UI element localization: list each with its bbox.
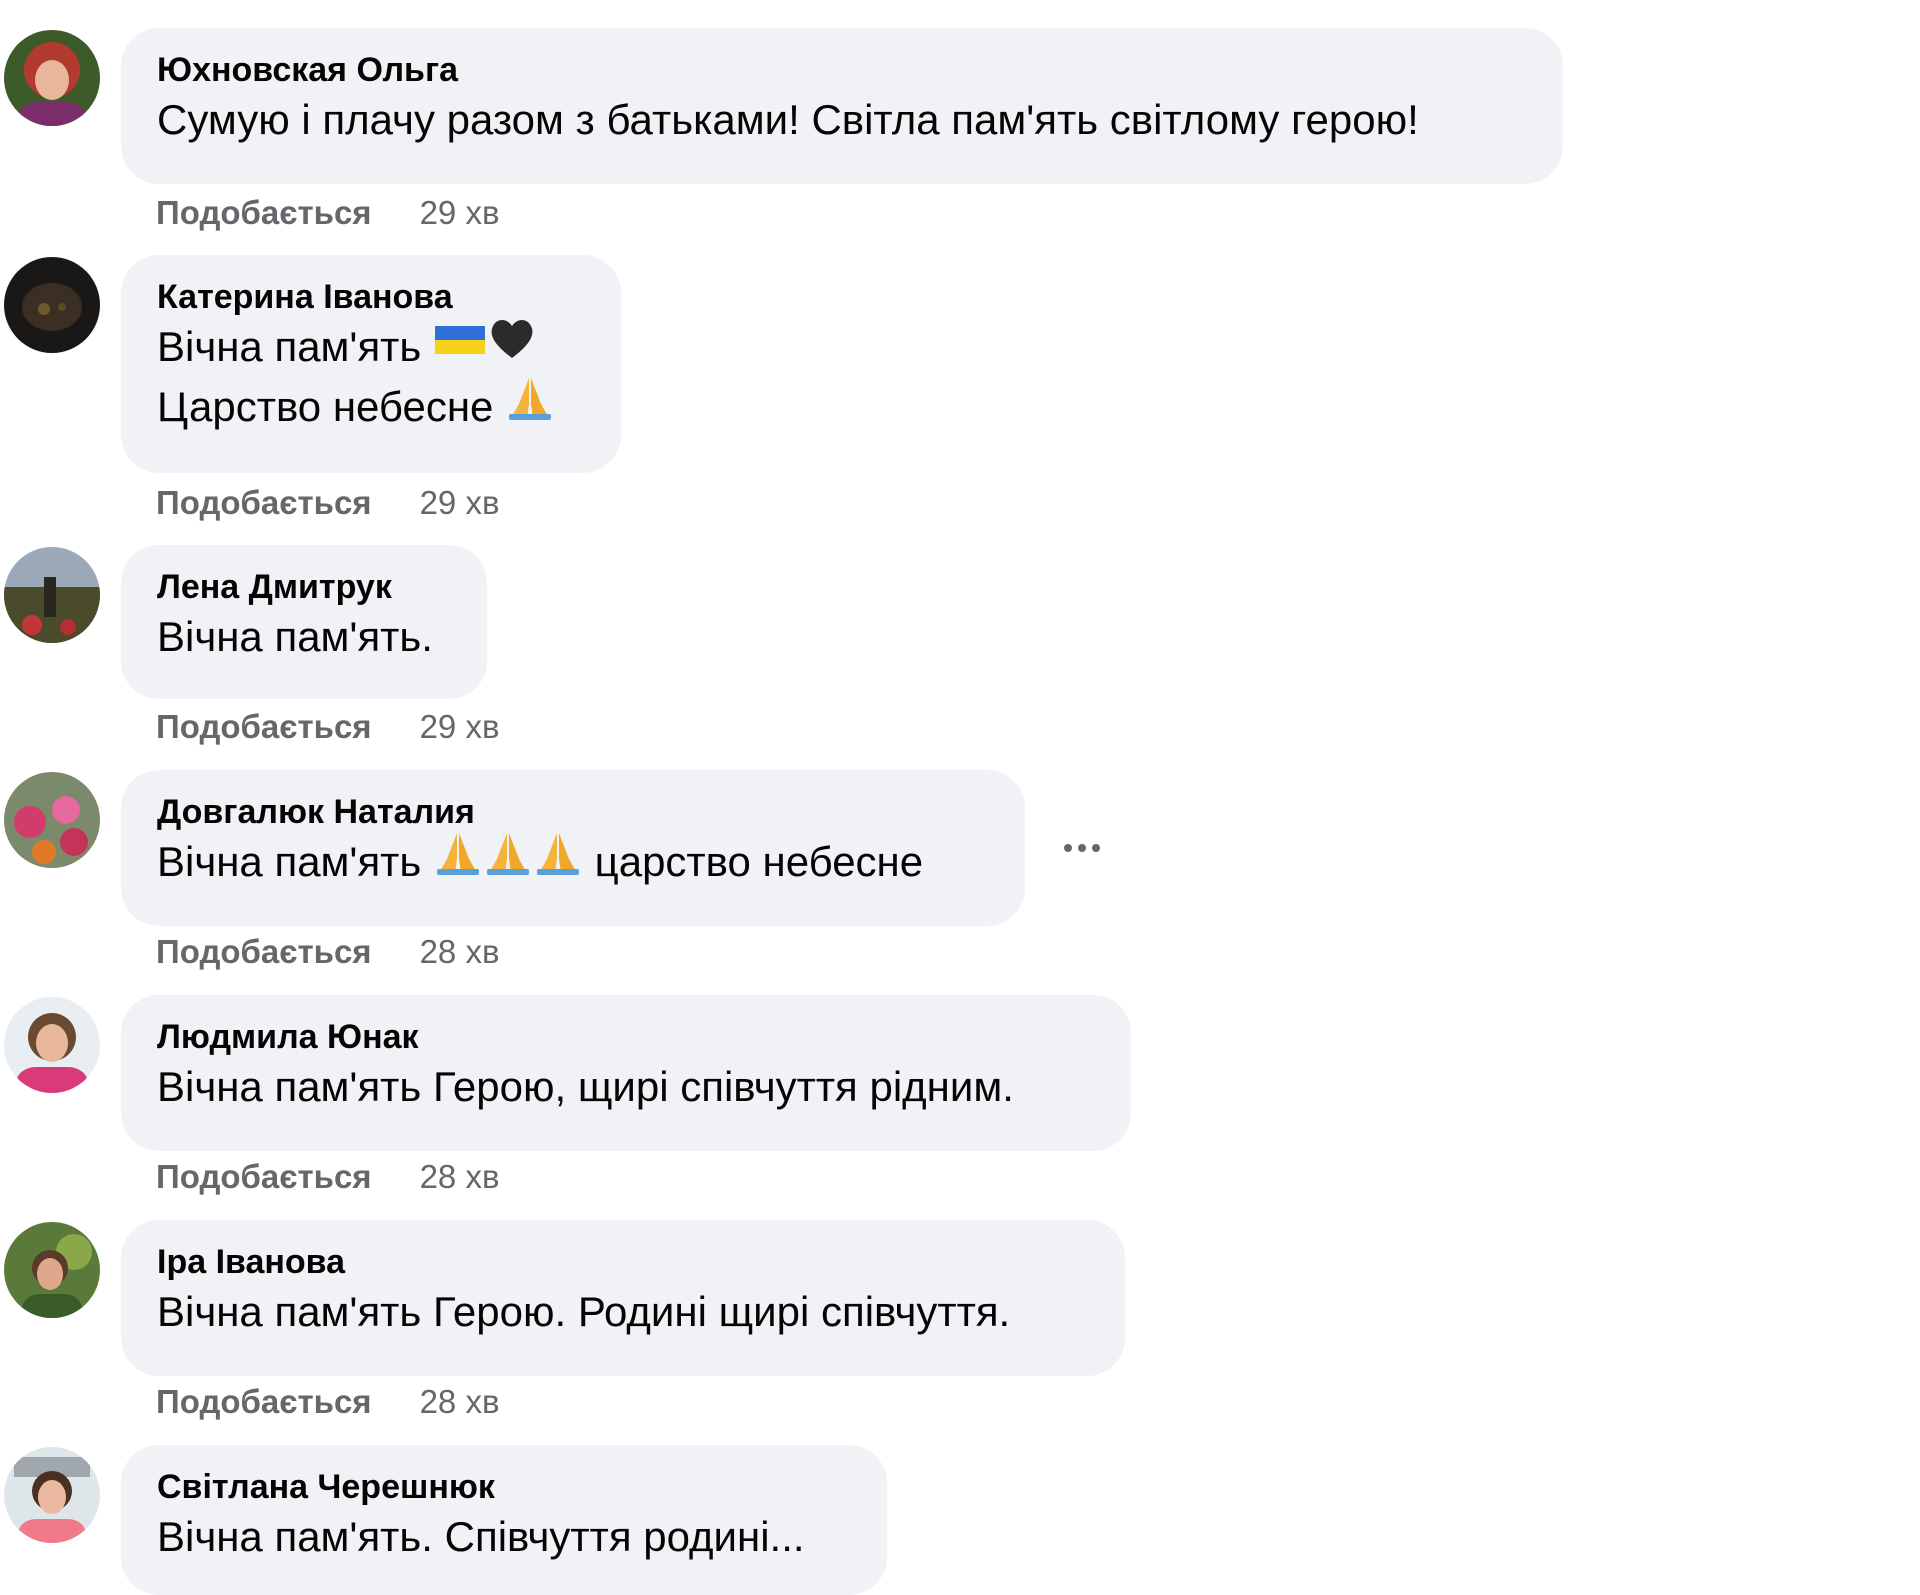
avatar[interactable] [4, 547, 100, 643]
comment-author[interactable]: Юхновская Ольга [157, 50, 1525, 90]
comment-actions: Подобається 29 хв [156, 483, 499, 523]
folded-hands-icon [505, 374, 555, 438]
avatar[interactable] [4, 997, 100, 1093]
like-button[interactable]: Подобається [156, 1383, 372, 1420]
comment-text: Вічна пам'ять Герою. Родині щирі співчут… [157, 1288, 1011, 1335]
avatar[interactable] [4, 772, 100, 868]
timestamp[interactable]: 28 хв [420, 1383, 500, 1420]
black-heart-icon [487, 316, 537, 376]
folded-hands-icon [483, 829, 533, 893]
comment-author[interactable]: Катерина Іванова [157, 277, 583, 317]
avatar[interactable] [4, 257, 100, 353]
comment-author[interactable]: Довгалюк Наталия [157, 792, 987, 832]
comment-text: Вічна пам'ять царство небесне [157, 832, 987, 893]
like-button[interactable]: Подобається [156, 708, 372, 745]
like-button[interactable]: Подобається [156, 194, 372, 231]
comment-actions: Подобається 29 хв [156, 193, 499, 233]
comment-text: Сумую і плачу разом з батьками! Світла п… [157, 96, 1419, 143]
ukraine-flag-icon [433, 316, 487, 376]
timestamp[interactable]: 29 хв [420, 194, 500, 231]
comment-text: Вічна пам'ять Царство небесне [157, 317, 583, 438]
comment-text: Вічна пам'ять. Співчуття родині... [157, 1513, 805, 1560]
comment-bubble: Лена Дмитрук Вічна пам'ять. [121, 545, 487, 699]
comment-actions: Подобається 28 хв [156, 1382, 499, 1422]
folded-hands-icon [433, 829, 483, 893]
timestamp[interactable]: 28 хв [420, 933, 500, 970]
comment-actions: Подобається 28 хв [156, 1157, 499, 1197]
comment-actions: Подобається 28 хв [156, 932, 499, 972]
comment-author[interactable]: Лена Дмитрук [157, 567, 449, 607]
comment-bubble: Світлана Черешнюк Вічна пам'ять. Співчут… [121, 1445, 887, 1595]
timestamp[interactable]: 29 хв [420, 708, 500, 745]
comment-actions: Подобається 29 хв [156, 707, 499, 747]
avatar[interactable] [4, 1222, 100, 1318]
comment-bubble: Людмила Юнак Вічна пам'ять Герою, щирі с… [121, 995, 1131, 1151]
comment-author[interactable]: Людмила Юнак [157, 1017, 1093, 1057]
comment-author[interactable]: Іра Іванова [157, 1242, 1087, 1282]
comment-bubble: Юхновская Ольга Сумую і плачу разом з ба… [121, 28, 1563, 184]
comment-bubble: Іра Іванова Вічна пам'ять Герою. Родині … [121, 1220, 1125, 1376]
timestamp[interactable]: 28 хв [420, 1158, 500, 1195]
comment-text-line: Вічна пам'ять [157, 323, 422, 370]
comment-text-part: царство небесне [594, 838, 924, 885]
comment-text: Вічна пам'ять Герою, щирі співчуття рідн… [157, 1063, 1014, 1110]
avatar[interactable] [4, 30, 100, 126]
more-options-icon[interactable] [1060, 838, 1104, 858]
comment-text: Вічна пам'ять. [157, 613, 433, 660]
like-button[interactable]: Подобається [156, 1158, 372, 1195]
folded-hands-icon [533, 829, 583, 893]
comment-bubble: Довгалюк Наталия Вічна пам'ять царство н… [121, 770, 1025, 926]
comment-text-part: Вічна пам'ять [157, 838, 422, 885]
comment-author[interactable]: Світлана Черешнюк [157, 1467, 849, 1507]
like-button[interactable]: Подобається [156, 484, 372, 521]
like-button[interactable]: Подобається [156, 933, 372, 970]
avatar[interactable] [4, 1447, 100, 1543]
comment-bubble: Катерина Іванова Вічна пам'ять Царство н… [121, 255, 621, 473]
timestamp[interactable]: 29 хв [420, 484, 500, 521]
comment-text-line: Царство небесне [157, 383, 494, 430]
